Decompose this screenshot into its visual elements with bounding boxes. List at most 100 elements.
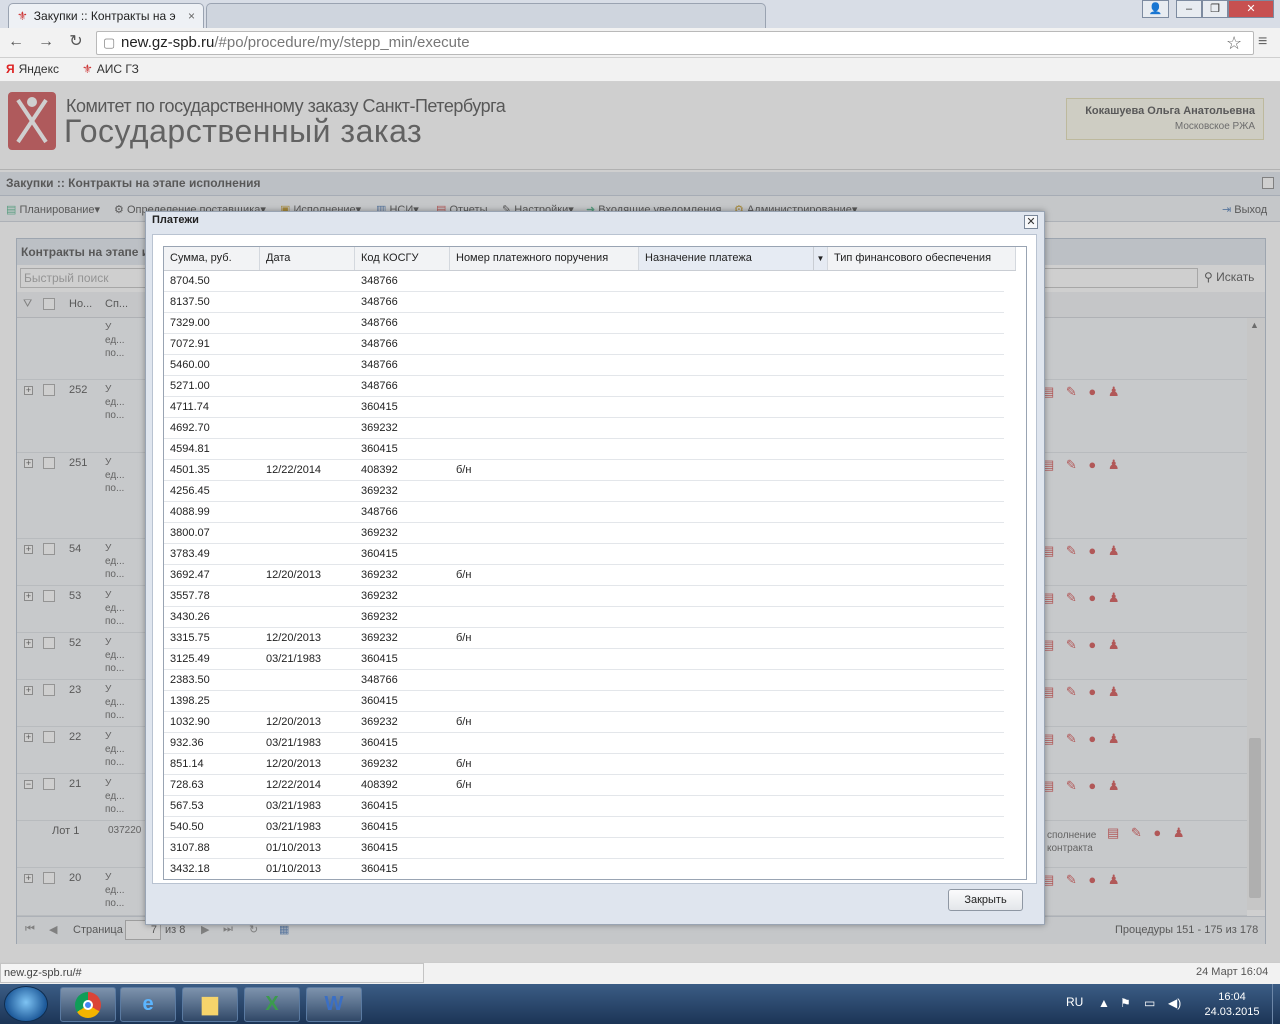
payment-row[interactable]: 8704.50 348766 <box>164 271 1004 292</box>
payment-row[interactable]: 851.14 12/20/2013 369232 б/н <box>164 754 1004 775</box>
payment-row[interactable]: 1398.25 360415 <box>164 691 1004 712</box>
tab-close-icon[interactable]: × <box>188 9 195 23</box>
bookmark-yandex[interactable]: Я Яндекс <box>6 62 59 76</box>
yandex-icon: Я <box>6 62 15 76</box>
date-cell: 03/21/1983 <box>266 821 322 833</box>
payment-row[interactable]: 3783.49 360415 <box>164 544 1004 565</box>
date-cell: 12/22/2014 <box>266 779 322 791</box>
restore-button[interactable]: ❐ <box>1202 0 1228 18</box>
payment-row[interactable]: 5271.00 348766 <box>164 376 1004 397</box>
date-cell: 01/10/2013 <box>266 863 322 875</box>
payment-row[interactable]: 3315.75 12/20/2013 369232 б/н <box>164 628 1004 649</box>
payment-row[interactable]: 2383.50 348766 <box>164 670 1004 691</box>
tray-expand-icon[interactable]: ▲ <box>1098 996 1110 1010</box>
bookmark-star-icon[interactable]: ☆ <box>1226 33 1242 54</box>
amount-cell: 540.50 <box>170 821 204 833</box>
payment-row[interactable]: 5460.00 348766 <box>164 355 1004 376</box>
payment-row[interactable]: 3557.78 369232 <box>164 586 1004 607</box>
payment-row[interactable]: 540.50 03/21/1983 360415 <box>164 817 1004 838</box>
amount-cell: 7072.91 <box>170 338 210 350</box>
col-funding-type[interactable]: Тип финансового обеспечения <box>828 247 1016 270</box>
payment-row[interactable]: 3125.49 03/21/1983 360415 <box>164 649 1004 670</box>
payment-row[interactable]: 4711.74 360415 <box>164 397 1004 418</box>
kosgu-cell: 360415 <box>361 737 398 749</box>
amount-cell: 3125.49 <box>170 653 210 665</box>
reload-icon[interactable]: ↻ <box>66 32 86 52</box>
browser-tab-inactive[interactable] <box>206 3 766 28</box>
language-indicator[interactable]: RU <box>1066 995 1083 1009</box>
dialog-title: Платежи <box>152 214 199 226</box>
amount-cell: 4256.45 <box>170 485 210 497</box>
word-taskbar-icon[interactable]: W <box>306 987 362 1022</box>
payment-row[interactable]: 567.53 03/21/1983 360415 <box>164 796 1004 817</box>
bookmark-label: Яндекс <box>18 62 59 76</box>
payment-row[interactable]: 4594.81 360415 <box>164 439 1004 460</box>
user-icon[interactable]: 👤 <box>1142 0 1169 18</box>
kosgu-cell: 348766 <box>361 275 398 287</box>
browser-tab-active[interactable]: ⚜ Закупки :: Контракты на э × <box>8 3 204 28</box>
col-kosgu[interactable]: Код КОСГУ <box>355 247 450 270</box>
payment-row[interactable]: 3692.47 12/20/2013 369232 б/н <box>164 565 1004 586</box>
excel-taskbar-icon[interactable]: X <box>244 987 300 1022</box>
payment-row[interactable]: 4501.35 12/22/2014 408392 б/н <box>164 460 1004 481</box>
col-purpose-label: Назначение платежа <box>645 252 752 264</box>
payments-rows: 8704.50 348766 8137.50 348766 7329.00 348766 7… <box>164 271 1004 879</box>
dialog-close-icon[interactable]: ✕ <box>1024 215 1038 229</box>
system-clock[interactable]: 16:04 24.03.2015 <box>1196 990 1268 1020</box>
bookmark-ais[interactable]: ⚜ АИС ГЗ <box>82 62 139 76</box>
payments-scrollbar[interactable] <box>1004 271 1026 879</box>
address-bar[interactable]: ▢ new.gz-spb.ru/#po/procedure/my/stepp_m… <box>96 31 1254 55</box>
chrome-taskbar-icon[interactable] <box>60 987 116 1022</box>
back-arrow-icon[interactable]: ← <box>6 32 26 52</box>
amount-cell: 3315.75 <box>170 632 210 644</box>
amount-cell: 4711.74 <box>170 401 209 413</box>
amount-cell: 4692.70 <box>170 422 210 434</box>
minimize-button[interactable]: – <box>1176 0 1202 18</box>
amount-cell: 728.63 <box>170 779 204 791</box>
payment-row[interactable]: 1032.90 12/20/2013 369232 б/н <box>164 712 1004 733</box>
col-amount[interactable]: Сумма, руб. <box>164 247 260 270</box>
payment-row[interactable]: 4088.99 348766 <box>164 502 1004 523</box>
close-window-button[interactable]: ✕ <box>1228 0 1274 18</box>
kosgu-cell: 369232 <box>361 611 398 623</box>
ais-icon: ⚜ <box>82 62 93 76</box>
amount-cell: 3107.88 <box>170 842 210 854</box>
flag-icon[interactable]: ⚑ <box>1120 996 1131 1010</box>
amount-cell: 2383.50 <box>170 674 210 686</box>
payment-row[interactable]: 4692.70 369232 <box>164 418 1004 439</box>
forward-arrow-icon[interactable]: → <box>36 32 56 52</box>
payment-row[interactable]: 3430.26 369232 <box>164 607 1004 628</box>
column-menu-icon[interactable]: ▼ <box>813 247 827 270</box>
amount-cell: 5271.00 <box>170 380 210 392</box>
kosgu-cell: 360415 <box>361 863 398 875</box>
ie-taskbar-icon[interactable]: e <box>120 987 176 1022</box>
payment-row[interactable]: 3107.88 01/10/2013 360415 <box>164 838 1004 859</box>
explorer-taskbar-icon[interactable]: ▆ <box>182 987 238 1022</box>
kosgu-cell: 348766 <box>361 674 398 686</box>
start-button-icon[interactable] <box>4 986 48 1022</box>
col-order-number[interactable]: Номер платежного поручения <box>450 247 639 270</box>
volume-icon[interactable]: ◀) <box>1168 996 1181 1010</box>
menu-icon[interactable]: ≡ <box>1258 33 1267 51</box>
payment-row[interactable]: 4256.45 369232 <box>164 481 1004 502</box>
payment-row[interactable]: 728.63 12/22/2014 408392 б/н <box>164 775 1004 796</box>
col-date[interactable]: Дата <box>260 247 355 270</box>
close-button[interactable]: Закрыть <box>948 889 1023 911</box>
date-cell: 12/20/2013 <box>266 569 322 581</box>
network-icon[interactable]: ▭ <box>1144 996 1155 1010</box>
payment-row[interactable]: 7072.91 348766 <box>164 334 1004 355</box>
kosgu-cell: 360415 <box>361 842 398 854</box>
payment-row[interactable]: 932.36 03/21/1983 360415 <box>164 733 1004 754</box>
show-desktop-button[interactable] <box>1272 984 1280 1024</box>
date-cell: 12/20/2013 <box>266 632 322 644</box>
payment-row[interactable]: 8137.50 348766 <box>164 292 1004 313</box>
payment-row[interactable]: 3432.18 01/10/2013 360415 <box>164 859 1004 879</box>
amount-cell: 5460.00 <box>170 359 210 371</box>
amount-cell: 3692.47 <box>170 569 210 581</box>
date-cell: 03/21/1983 <box>266 737 322 749</box>
payment-row[interactable]: 7329.00 348766 <box>164 313 1004 334</box>
date-cell: 03/21/1983 <box>266 653 322 665</box>
payment-row[interactable]: 3800.07 369232 <box>164 523 1004 544</box>
amount-cell: 851.14 <box>170 758 204 770</box>
col-purpose[interactable]: Назначение платежа ▼ <box>639 247 828 270</box>
